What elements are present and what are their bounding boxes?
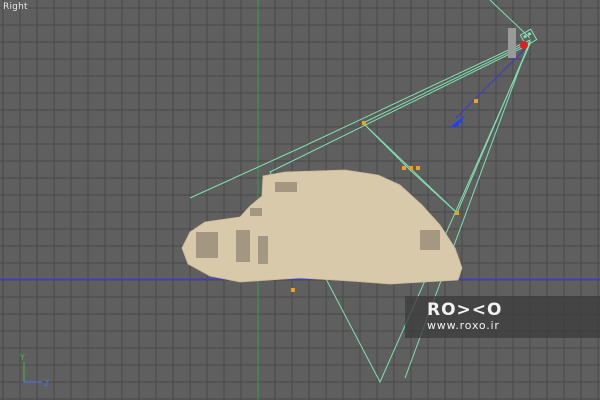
- handle[interactable]: [402, 166, 406, 170]
- handle[interactable]: [291, 288, 295, 292]
- handle[interactable]: [455, 211, 459, 215]
- handle[interactable]: [409, 166, 413, 170]
- scene-canvas[interactable]: Y Z: [0, 0, 600, 400]
- handle[interactable]: [416, 166, 420, 170]
- z-axis-label: Z: [44, 379, 50, 388]
- handle[interactable]: [474, 99, 478, 103]
- handle[interactable]: [362, 121, 366, 125]
- y-axis-label: Y: [19, 353, 25, 362]
- watermark-url: www.roxo.ir: [427, 319, 500, 332]
- watermark-logo: RO><O: [427, 300, 503, 320]
- camera-body[interactable]: [508, 28, 516, 58]
- axis-tripod: Y Z: [19, 353, 50, 388]
- viewport-label[interactable]: Right: [3, 2, 28, 12]
- viewport-right[interactable]: Y Z Right RO><O www.roxo.ir: [0, 0, 600, 400]
- watermark-box: RO><O www.roxo.ir: [405, 296, 600, 338]
- camera-origin-point[interactable]: [520, 41, 528, 49]
